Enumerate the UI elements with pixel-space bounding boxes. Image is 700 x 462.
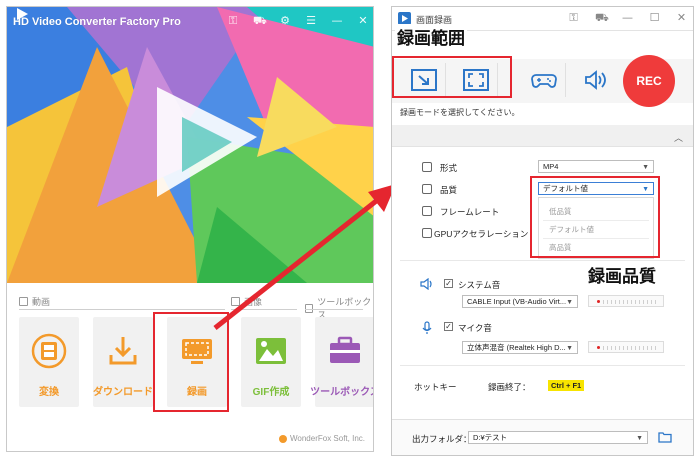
section-video: 動画: [19, 295, 50, 308]
key-icon[interactable]: ⚿: [568, 12, 579, 23]
quality-icon: [422, 184, 432, 194]
download-icon: [109, 337, 137, 365]
format-select[interactable]: MP4 ▼: [538, 160, 654, 173]
cart-icon[interactable]: ⛟: [595, 12, 609, 23]
minimize-icon[interactable]: —: [622, 12, 633, 23]
framerate-label: フレームレート: [440, 207, 500, 217]
pointer-arrow: [213, 184, 396, 330]
settings-collapse-bar[interactable]: ︿: [392, 125, 693, 147]
output-folder-select[interactable]: D:¥テスト ▼: [468, 431, 648, 444]
record-quality-annotation: 録画品質: [586, 262, 658, 287]
mic-checkbox[interactable]: ✓: [444, 322, 453, 331]
wonderfox-logo-icon: [279, 434, 287, 443]
speaker-icon: [420, 278, 432, 290]
titlebar-icons: ⚿ ⛟ ⚙ ☰ — ✕: [227, 15, 369, 27]
main-titlebar: HD Video Converter Factory Pro ⚿ ⛟ ⚙ ☰ —…: [7, 7, 373, 37]
record-quality-highlight: [530, 176, 660, 258]
stop-hotkey-badge[interactable]: Ctrl + F1: [548, 380, 585, 391]
mic-label: マイク音: [458, 323, 492, 333]
tile-label: 変換: [39, 387, 59, 398]
record-range-annotation: 録画範囲: [395, 24, 467, 49]
microphone-icon: [422, 321, 432, 334]
stop-hotkey-label: 録画終了：: [488, 382, 531, 392]
system-audio-checkbox[interactable]: ✓: [444, 279, 453, 288]
cart-icon[interactable]: ⛟: [253, 15, 267, 27]
gpu-icon: [422, 228, 432, 238]
section-divider: [400, 365, 685, 366]
tile-label: ダウンロード: [93, 387, 153, 398]
menu-list-icon[interactable]: ☰: [305, 15, 317, 27]
system-audio-device-select[interactable]: CABLE Input (VB-Audio Virt... ▼: [462, 295, 578, 308]
recorder-window-controls: ⚿ ⛟ — ☐ ✕: [568, 12, 687, 23]
level-ticks: [603, 346, 659, 350]
settings-icon[interactable]: ⚙: [279, 15, 291, 27]
app-logo-icon: [17, 8, 28, 20]
section-video-divider: [19, 309, 225, 310]
level-indicator-dot: [597, 346, 600, 349]
folder-icon[interactable]: [658, 431, 672, 443]
format-icon: [422, 162, 432, 172]
gamepad-icon: [531, 74, 557, 88]
chevron-down-icon: ▼: [636, 435, 643, 442]
hotkey-label: ホットキー: [414, 382, 457, 392]
output-folder-label: 出力フォルダ：: [412, 434, 472, 444]
tile-download[interactable]: ダウンロード: [93, 317, 153, 407]
section-divider: [400, 260, 685, 261]
chevron-down-icon: ▼: [566, 345, 573, 352]
audio-mode-button[interactable]: [574, 63, 618, 97]
company-brand: WonderFox Soft, Inc.: [279, 434, 365, 443]
film-icon: [31, 333, 67, 369]
minimize-icon[interactable]: —: [331, 15, 343, 27]
speaker-icon: [585, 70, 606, 90]
game-mode-button[interactable]: [522, 63, 566, 97]
output-folder-row: 出力フォルダ： D:¥テスト ▼: [392, 419, 693, 455]
key-icon[interactable]: ⚿: [227, 15, 239, 27]
tile-label: GIF作成: [252, 387, 290, 398]
mode-hint-text: 録画モードを選択してください。: [400, 108, 520, 117]
quality-label: 品質: [440, 185, 458, 195]
video-section-icon: [19, 297, 28, 306]
rec-button[interactable]: REC: [623, 55, 675, 107]
framerate-icon: [422, 206, 432, 216]
level-ticks: [603, 300, 659, 304]
close-icon[interactable]: ✕: [357, 15, 369, 27]
maximize-icon[interactable]: ☐: [649, 12, 660, 23]
mic-level-meter: [588, 341, 664, 353]
tile-convert[interactable]: 変換: [19, 317, 79, 407]
chevron-down-icon: ▼: [642, 164, 649, 171]
chevron-down-icon: ▼: [566, 299, 573, 306]
app-title: HD Video Converter Factory Pro: [13, 16, 181, 28]
format-label: 形式: [440, 163, 458, 173]
level-indicator-dot: [597, 300, 600, 303]
record-range-highlight: [392, 56, 512, 98]
close-icon[interactable]: ✕: [676, 12, 687, 23]
tile-label: ツールボックス: [310, 387, 374, 398]
gpu-label: GPUアクセラレーション: [434, 229, 529, 239]
mic-device-select[interactable]: 立体声混音 (Realtek High D... ▼: [462, 341, 578, 354]
system-audio-label: システム音: [458, 280, 501, 290]
system-audio-level-meter: [588, 295, 664, 307]
chevron-up-icon[interactable]: ︿: [674, 131, 683, 144]
